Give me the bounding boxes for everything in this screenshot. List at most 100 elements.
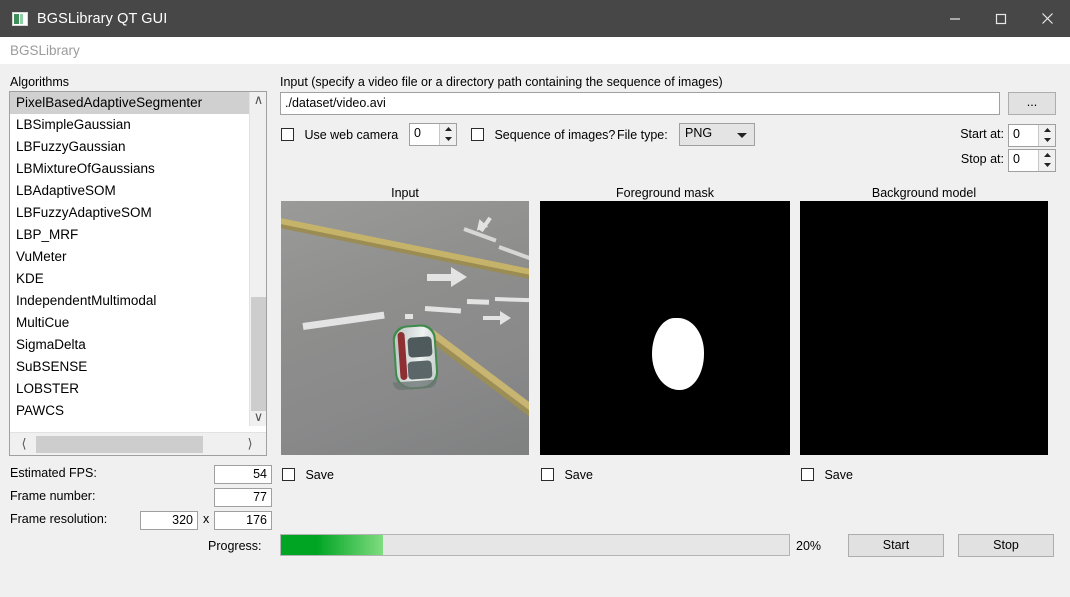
- start-at-spinner[interactable]: 0: [1008, 124, 1056, 147]
- save-background-label: Save: [824, 467, 853, 482]
- file-type-label: File type:: [617, 128, 668, 142]
- checkbox-box[interactable]: [541, 468, 554, 482]
- panel-title-background-model: Background model: [871, 186, 977, 200]
- background-model-view[interactable]: [800, 201, 1048, 455]
- frame-resolution-label: Frame resolution:: [10, 512, 108, 526]
- save-foreground-checkbox[interactable]: Save: [541, 466, 593, 484]
- use-webcam-label: Use web camera: [304, 127, 399, 142]
- use-webcam-checkbox[interactable]: Use web camera: [281, 126, 398, 144]
- progress-label: Progress:: [208, 539, 262, 553]
- list-item[interactable]: LBFuzzyGaussian: [10, 136, 249, 158]
- algorithms-label: Algorithms: [10, 75, 70, 89]
- webcam-index-spinner[interactable]: 0: [409, 123, 457, 146]
- minimize-icon[interactable]: [932, 0, 978, 37]
- frame-resolution-row: Frame resolution: 320 x 176: [10, 511, 272, 530]
- spinner-buttons[interactable]: [439, 124, 456, 145]
- list-item[interactable]: SigmaDelta: [10, 334, 249, 356]
- chevron-down-icon[interactable]: [737, 133, 747, 138]
- chevron-left-icon[interactable]: ⟨: [12, 433, 36, 455]
- progress-bar-fill: [281, 535, 383, 555]
- webcam-index-value[interactable]: 0: [414, 126, 421, 140]
- checkbox-box[interactable]: [282, 468, 295, 482]
- start-at-row: Start at: 0: [960, 124, 1056, 150]
- bgslibrary-window: BGSLibrary QT GUI BGSLibrary Algorithms …: [0, 0, 1070, 597]
- browse-button[interactable]: ...: [1008, 92, 1056, 115]
- vertical-scroll-thumb[interactable]: [251, 297, 266, 411]
- frame-number-row: Frame number: 77: [10, 488, 272, 507]
- progress-bar: [280, 534, 790, 556]
- list-item[interactable]: PAWCS: [10, 400, 249, 422]
- start-at-value[interactable]: 0: [1013, 127, 1020, 141]
- input-path-field[interactable]: ./dataset/video.avi: [280, 92, 1000, 115]
- estimated-fps-row: Estimated FPS: 54: [10, 465, 272, 484]
- list-item[interactable]: LBAdaptiveSOM: [10, 180, 249, 202]
- list-item[interactable]: PixelBasedAdaptiveSegmenter: [10, 92, 249, 114]
- maximize-icon[interactable]: [978, 0, 1024, 37]
- foreground-mask-view[interactable]: [540, 201, 790, 455]
- algorithms-list[interactable]: PixelBasedAdaptiveSegmenter LBSimpleGaus…: [10, 92, 249, 426]
- spinner-down-icon[interactable]: [1039, 135, 1055, 145]
- menu-item-bgslibrary[interactable]: BGSLibrary: [0, 43, 80, 58]
- panel-title-input: Input: [391, 186, 419, 200]
- save-foreground-label: Save: [564, 467, 593, 482]
- stop-at-row: Stop at: 0: [961, 149, 1056, 175]
- chevron-down-icon[interactable]: ∨: [250, 409, 267, 426]
- stop-at-value[interactable]: 0: [1013, 152, 1020, 166]
- window-controls: [932, 0, 1070, 37]
- algorithms-vertical-scrollbar[interactable]: ∧ ∨: [249, 92, 266, 426]
- list-item[interactable]: VuMeter: [10, 246, 249, 268]
- frame-number-value: 77: [214, 488, 272, 507]
- start-button[interactable]: Start: [848, 534, 944, 557]
- list-item[interactable]: LBSimpleGaussian: [10, 114, 249, 136]
- save-input-label: Save: [305, 467, 334, 482]
- file-type-value: PNG: [685, 126, 713, 140]
- list-item[interactable]: LBP_MRF: [10, 224, 249, 246]
- chevron-up-icon[interactable]: ∧: [250, 92, 267, 109]
- stop-at-label: Stop at:: [960, 152, 1004, 166]
- frame-width-value: 320: [140, 511, 198, 530]
- list-item[interactable]: IndependentMultimodal: [10, 290, 249, 312]
- list-item[interactable]: SuBSENSE: [10, 356, 249, 378]
- list-item[interactable]: KDE: [10, 268, 249, 290]
- spinner-up-icon[interactable]: [440, 124, 456, 134]
- list-item[interactable]: MultiCue: [10, 312, 249, 334]
- spinner-up-icon[interactable]: [1039, 150, 1055, 160]
- stats-panel: Estimated FPS: 54 Frame number: 77 Frame…: [10, 465, 272, 530]
- list-item[interactable]: LBMixtureOfGaussians: [10, 158, 249, 180]
- save-background-checkbox[interactable]: Save: [801, 466, 853, 484]
- file-type-select[interactable]: PNG: [679, 123, 755, 146]
- list-item[interactable]: LBFuzzyAdaptiveSOM: [10, 202, 249, 224]
- app-window-icon: [12, 11, 28, 26]
- list-item[interactable]: LOBSTER: [10, 378, 249, 400]
- input-section-label: Input (specify a video file or a directo…: [280, 75, 723, 89]
- algorithms-listbox[interactable]: PixelBasedAdaptiveSegmenter LBSimpleGaus…: [9, 91, 267, 456]
- progress-percent: 20%: [796, 539, 822, 553]
- title-bar: BGSLibrary QT GUI: [0, 0, 1070, 37]
- stop-button[interactable]: Stop: [958, 534, 1054, 557]
- close-icon[interactable]: [1024, 0, 1070, 37]
- estimated-fps-value: 54: [214, 465, 272, 484]
- checkbox-box[interactable]: [801, 468, 814, 482]
- spinner-up-icon[interactable]: [1039, 125, 1055, 135]
- input-image-view[interactable]: [281, 201, 529, 455]
- menu-bar: BGSLibrary: [0, 37, 1070, 65]
- spinner-buttons[interactable]: [1038, 150, 1055, 171]
- spinner-down-icon[interactable]: [440, 134, 456, 144]
- spinner-down-icon[interactable]: [1039, 160, 1055, 170]
- save-input-checkbox[interactable]: Save: [282, 466, 334, 484]
- chevron-right-icon[interactable]: ⟩: [238, 433, 262, 455]
- window-title: BGSLibrary QT GUI: [37, 10, 168, 27]
- panel-title-foreground-mask: Foreground mask: [616, 186, 714, 200]
- checkbox-box[interactable]: [471, 128, 484, 142]
- checkbox-box[interactable]: [281, 128, 294, 142]
- frame-height-value: 176: [214, 511, 272, 530]
- frame-number-label: Frame number:: [10, 489, 96, 503]
- traffic-scene-image: [281, 201, 529, 455]
- sequence-of-images-label: Sequence of images?: [494, 127, 616, 142]
- algorithms-horizontal-scrollbar[interactable]: ⟨ ⟩: [10, 432, 266, 455]
- sequence-of-images-checkbox[interactable]: Sequence of images?: [471, 126, 615, 144]
- spinner-buttons[interactable]: [1038, 125, 1055, 146]
- horizontal-scroll-thumb[interactable]: [36, 436, 203, 453]
- stop-at-spinner[interactable]: 0: [1008, 149, 1056, 172]
- resolution-separator: x: [203, 512, 210, 526]
